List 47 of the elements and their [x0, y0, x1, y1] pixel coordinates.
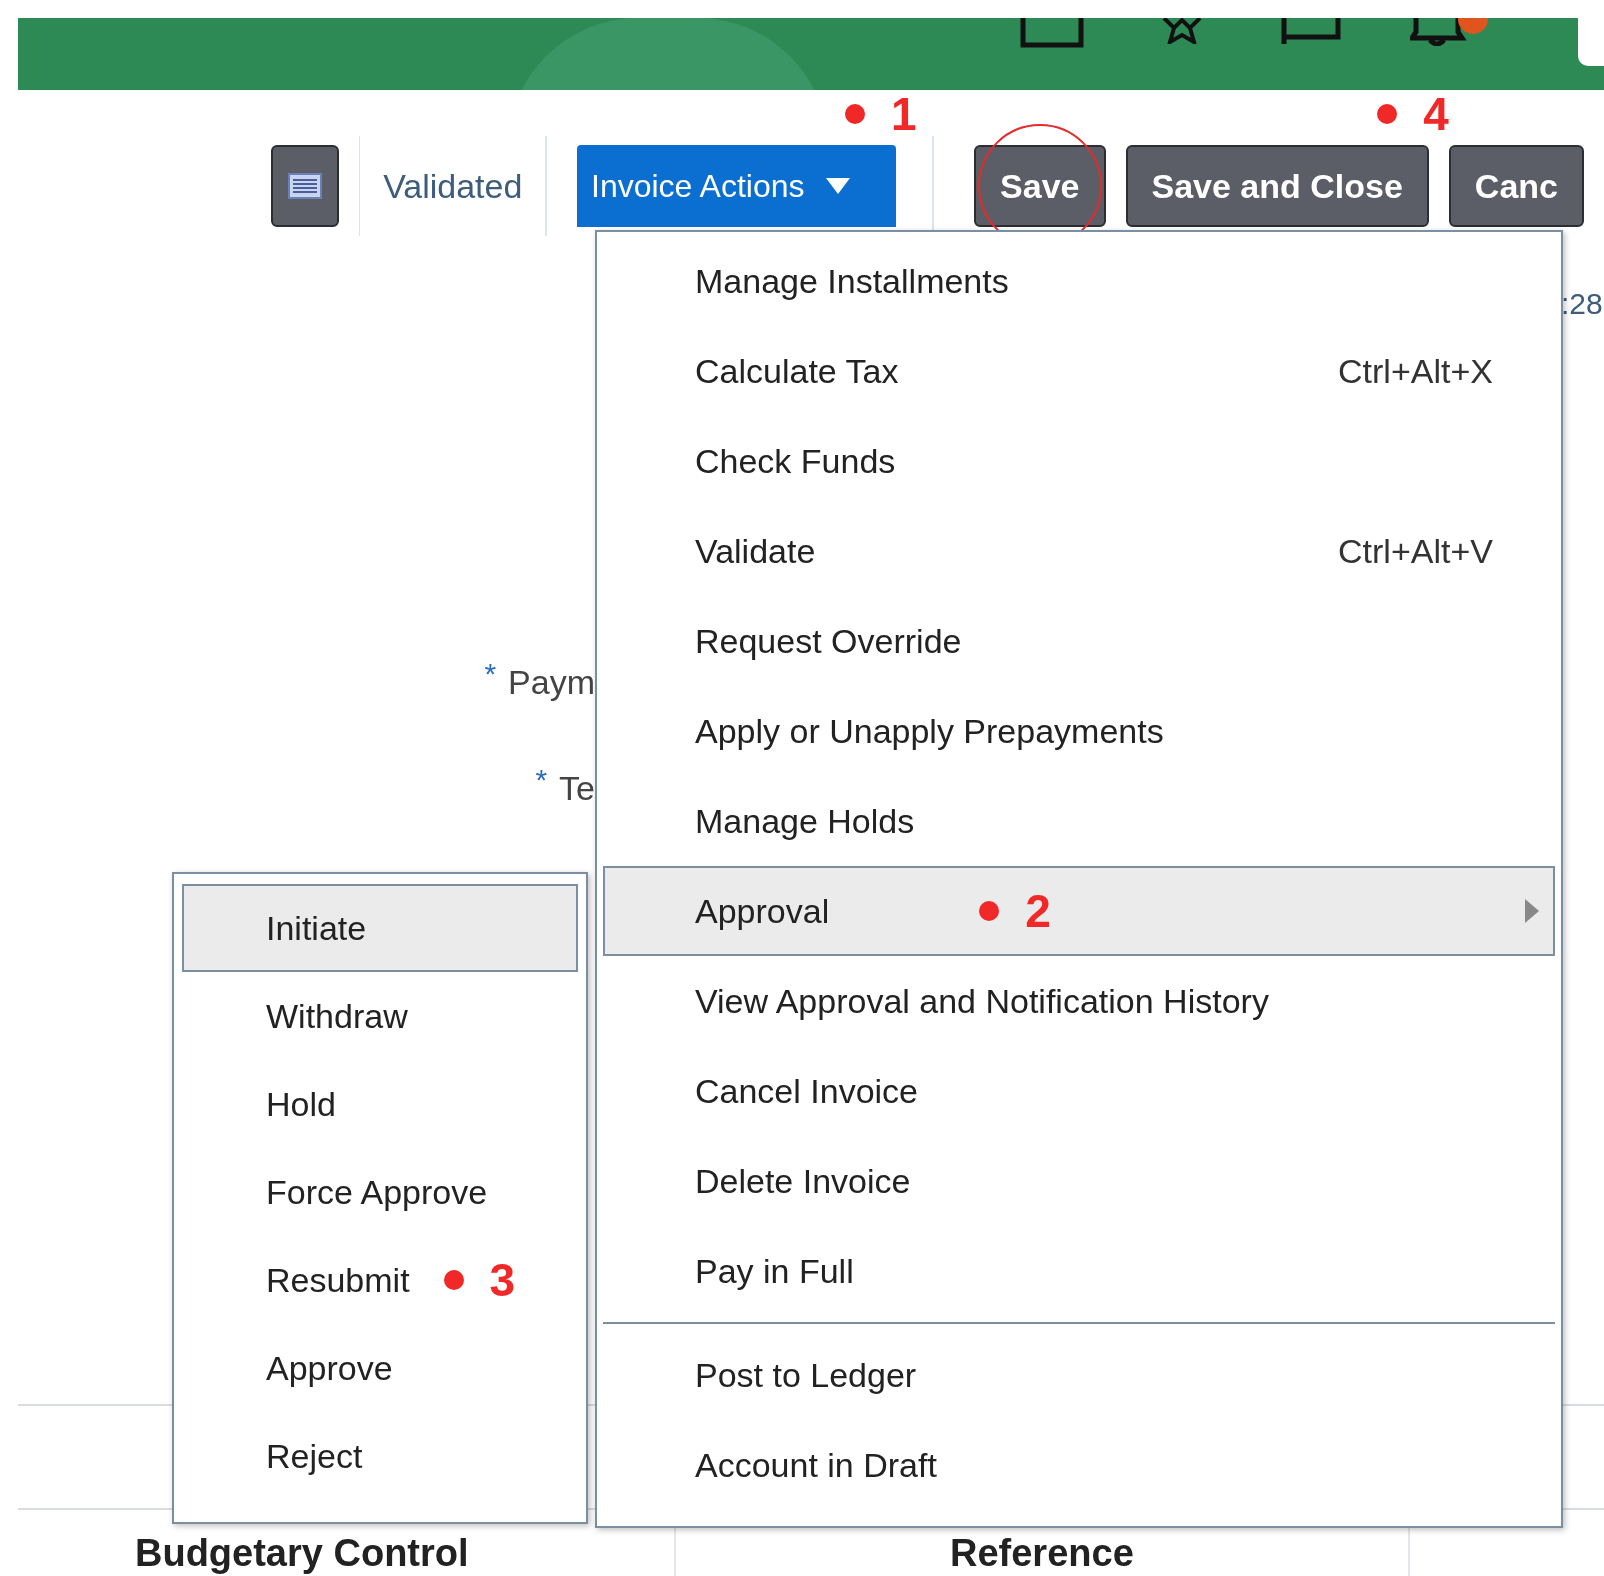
menu-item[interactable]: Initiate [182, 884, 578, 972]
section-header: Reference [950, 1532, 1134, 1574]
annotation-dot [979, 901, 1000, 921]
menu-item[interactable]: Delete Invoice [603, 1136, 1555, 1226]
menu-item[interactable]: Hold [182, 1060, 578, 1148]
menu-item[interactable]: Reject [182, 1412, 578, 1500]
shortcut-text: Ctrl+Alt+X [1338, 351, 1493, 391]
menu-item[interactable]: Approve [182, 1324, 578, 1412]
toolbar-button[interactable]: Canc [1448, 145, 1584, 227]
menu-item[interactable]: Request Override [603, 596, 1555, 686]
menu-item[interactable]: Apply or Unapply Prepayments [603, 686, 1555, 776]
menu-item[interactable]: Calculate Tax Ctrl+Alt+X [603, 326, 1555, 416]
annotation-number: 2 [1025, 884, 1051, 938]
menu-item[interactable]: Check Funds [603, 416, 1555, 506]
menu-item[interactable]: Withdraw [182, 972, 578, 1060]
section-header: Budgetary Control [135, 1532, 469, 1574]
field-label: Te [559, 769, 595, 808]
list-icon [287, 173, 322, 199]
list-view-button[interactable] [271, 145, 339, 227]
menu-item[interactable]: Manage Installments [603, 236, 1555, 326]
field-label: Paym [508, 663, 595, 702]
required-asterisk: * [535, 763, 548, 797]
menu-item[interactable]: Post to Ledger [603, 1330, 1555, 1420]
annotation-dot [443, 1270, 464, 1290]
menu-item[interactable]: Force Approve [182, 1148, 578, 1236]
toolbar-button[interactable]: Save [974, 145, 1106, 227]
shortcut-text: Ctrl+Alt+V [1338, 531, 1493, 571]
star-icon[interactable] [1160, 18, 1204, 44]
menu-item[interactable]: Manage Holds [603, 776, 1555, 866]
menu-item[interactable]: View Approval and Notification History [603, 956, 1555, 1046]
menu-item[interactable]: Approval 2 [603, 866, 1555, 956]
toolbar-button[interactable]: Save and Close [1125, 145, 1429, 227]
caret-icon [826, 178, 851, 194]
status-text: Validated [382, 166, 524, 206]
menu-item[interactable]: Cancel Invoice [603, 1046, 1555, 1136]
menu-item[interactable]: Validate Ctrl+Alt+V [603, 506, 1555, 596]
annotation-dot [844, 104, 865, 124]
flag-icon[interactable] [1280, 18, 1344, 46]
annotation-number: 1 [890, 87, 917, 141]
required-asterisk: * [484, 657, 497, 691]
menu-item[interactable]: Account in Draft [603, 1420, 1555, 1510]
annotation-number: 3 [489, 1253, 516, 1307]
annotation-number: 4 [1423, 87, 1449, 141]
menu-item[interactable]: Pay in Full [603, 1226, 1555, 1316]
side-text: :28 [1561, 287, 1603, 321]
menu-item[interactable]: Resubmit 3 [182, 1236, 578, 1324]
annotation-dot [1377, 104, 1398, 124]
